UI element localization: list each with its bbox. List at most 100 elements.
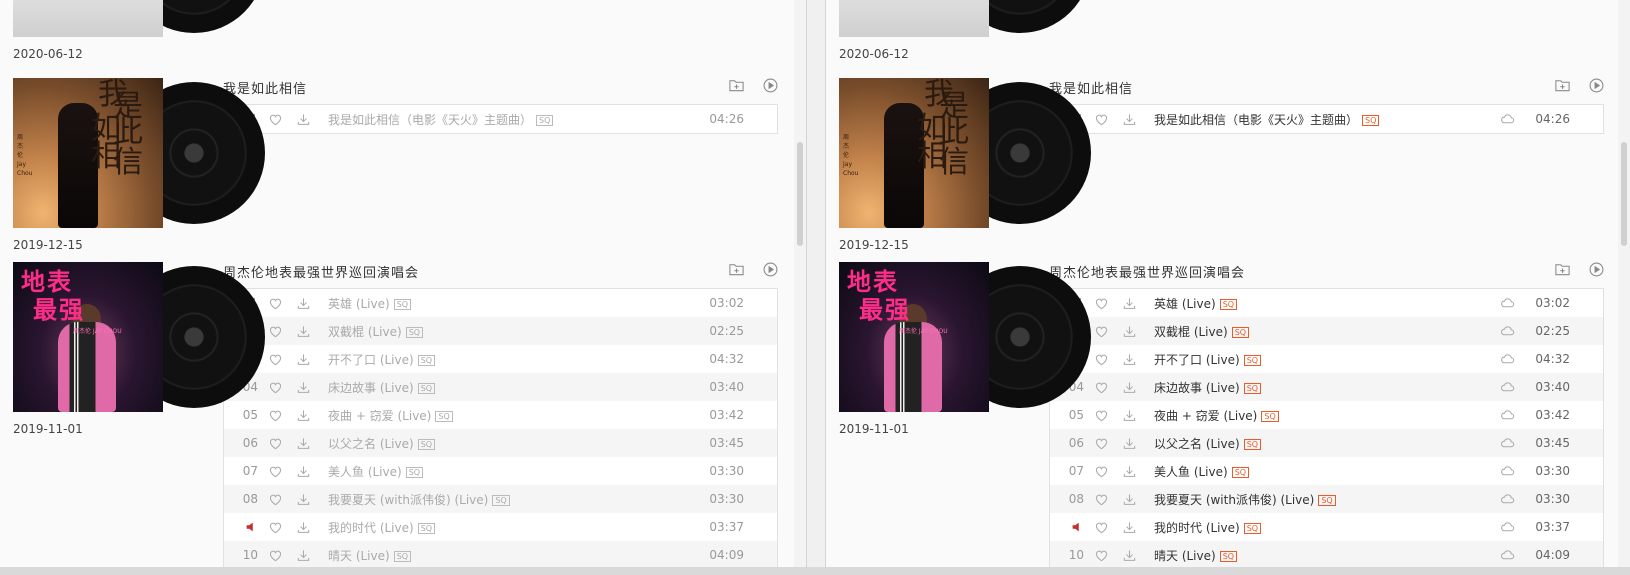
- cloud-icon[interactable]: [1500, 295, 1515, 310]
- album-cover[interactable]: J A Y C H O U: [839, 0, 989, 37]
- album-cover[interactable]: 地表 最强 周杰伦 JAY CHOU: [13, 262, 163, 412]
- cloud-icon[interactable]: [1500, 351, 1515, 366]
- download-icon[interactable]: [1122, 408, 1140, 423]
- play-circle-icon[interactable]: [1587, 76, 1605, 94]
- track-row[interactable]: 我的时代 (Live) SQ 03:37: [224, 513, 777, 541]
- download-icon[interactable]: [1122, 464, 1140, 479]
- heart-icon[interactable]: [1094, 380, 1112, 395]
- heart-icon[interactable]: [1094, 464, 1112, 479]
- download-icon[interactable]: [296, 464, 314, 479]
- heart-icon[interactable]: [268, 296, 286, 311]
- heart-icon[interactable]: [268, 112, 286, 127]
- track-row[interactable]: 01我是如此相信（电影《天火》主题曲）SQ04:26: [224, 105, 777, 133]
- album-cover[interactable]: J A Y C H O U: [13, 0, 163, 37]
- folder-plus-icon[interactable]: [727, 260, 745, 278]
- download-icon[interactable]: [296, 548, 314, 563]
- cloud-icon[interactable]: [1500, 491, 1515, 506]
- heart-icon[interactable]: [268, 436, 286, 451]
- track-row[interactable]: 05 夜曲 + 窃爱 (Live) SQ 03:42: [1050, 401, 1603, 429]
- album-cover[interactable]: 我是如此相信周 杰 伦 Jay Chou: [839, 78, 989, 228]
- track-row[interactable]: 08 我要夏天 (with派伟俊) (Live) SQ 03:30: [224, 485, 777, 513]
- download-icon[interactable]: [296, 324, 314, 339]
- play-circle-icon[interactable]: [761, 76, 779, 94]
- album-title[interactable]: 我是如此相信: [223, 78, 307, 97]
- download-icon[interactable]: [1122, 352, 1140, 367]
- download-icon[interactable]: [1122, 548, 1140, 563]
- heart-icon[interactable]: [1094, 548, 1112, 563]
- download-icon[interactable]: [296, 520, 314, 535]
- album-cover[interactable]: 我是如此相信周 杰 伦 Jay Chou: [13, 78, 163, 228]
- download-icon[interactable]: [1122, 380, 1140, 395]
- cloud-icon[interactable]: [1500, 519, 1515, 534]
- play-circle-icon[interactable]: [761, 260, 779, 278]
- cloud-icon[interactable]: [1500, 463, 1515, 478]
- cloud-icon[interactable]: [1500, 407, 1515, 422]
- album-cover[interactable]: 地表 最强 周杰伦 JAY CHOU: [839, 262, 989, 412]
- download-icon[interactable]: [1122, 324, 1140, 339]
- download-icon[interactable]: [296, 436, 314, 451]
- download-icon[interactable]: [296, 380, 314, 395]
- download-icon[interactable]: [1122, 520, 1140, 535]
- track-row[interactable]: 06 以父之名 (Live) SQ 03:45: [224, 429, 777, 457]
- download-icon[interactable]: [1122, 296, 1140, 311]
- cloud-icon[interactable]: [1500, 111, 1515, 126]
- track-row[interactable]: 06 以父之名 (Live) SQ 03:45: [1050, 429, 1603, 457]
- track-row[interactable]: 04 床边故事 (Live) SQ 03:40: [224, 373, 777, 401]
- download-icon[interactable]: [1122, 492, 1140, 507]
- heart-icon[interactable]: [268, 408, 286, 423]
- folder-plus-icon[interactable]: [727, 76, 745, 94]
- track-row[interactable]: 07 美人鱼 (Live) SQ 03:30: [1050, 457, 1603, 485]
- track-row[interactable]: 07 美人鱼 (Live) SQ 03:30: [224, 457, 777, 485]
- heart-icon[interactable]: [268, 548, 286, 563]
- track-row[interactable]: 01英雄 (Live)SQ03:02: [1050, 289, 1603, 317]
- cloud-icon[interactable]: [1500, 323, 1515, 338]
- album-title[interactable]: 周杰伦地表最强世界巡回演唱会: [223, 262, 419, 281]
- download-icon[interactable]: [296, 408, 314, 423]
- album-title[interactable]: 周杰伦地表最强世界巡回演唱会: [1049, 262, 1245, 281]
- folder-plus-icon[interactable]: [1553, 260, 1571, 278]
- heart-icon[interactable]: [1094, 492, 1112, 507]
- track-row[interactable]: 05 夜曲 + 窃爱 (Live) SQ 03:42: [224, 401, 777, 429]
- cloud-icon[interactable]: [1500, 435, 1515, 450]
- track-duration: 04:32: [709, 352, 744, 366]
- heart-icon[interactable]: [1094, 352, 1112, 367]
- heart-icon[interactable]: [268, 352, 286, 367]
- heart-icon[interactable]: [1094, 112, 1112, 127]
- cloud-icon[interactable]: [1500, 379, 1515, 394]
- track-row[interactable]: 01英雄 (Live)SQ03:02: [224, 289, 777, 317]
- heart-icon[interactable]: [268, 520, 286, 535]
- scrollbar-thumb[interactable]: [797, 142, 803, 246]
- vertical-scrollbar[interactable]: [1618, 0, 1630, 567]
- track-row[interactable]: 03开不了口 (Live)SQ04:32: [1050, 345, 1603, 373]
- heart-icon[interactable]: [1094, 296, 1112, 311]
- heart-icon[interactable]: [268, 324, 286, 339]
- heart-icon[interactable]: [268, 492, 286, 507]
- download-icon[interactable]: [296, 296, 314, 311]
- heart-icon[interactable]: [1094, 408, 1112, 423]
- scrollbar-thumb[interactable]: [1621, 142, 1627, 246]
- download-icon[interactable]: [1122, 436, 1140, 451]
- heart-icon[interactable]: [268, 380, 286, 395]
- track-row[interactable]: 10 晴天 (Live) SQ 04:09: [1050, 541, 1603, 567]
- track-row[interactable]: 01我是如此相信（电影《天火》主题曲）SQ04:26: [1050, 105, 1603, 133]
- download-icon[interactable]: [1122, 112, 1140, 127]
- heart-icon[interactable]: [1094, 520, 1112, 535]
- heart-icon[interactable]: [1094, 324, 1112, 339]
- download-icon[interactable]: [296, 112, 314, 127]
- track-row[interactable]: 03开不了口 (Live)SQ04:32: [224, 345, 777, 373]
- folder-plus-icon[interactable]: [1553, 76, 1571, 94]
- cloud-icon[interactable]: [1500, 547, 1515, 562]
- track-row[interactable]: 02双截棍 (Live)SQ02:25: [224, 317, 777, 345]
- download-icon[interactable]: [296, 492, 314, 507]
- track-row[interactable]: 10 晴天 (Live) SQ 04:09: [224, 541, 777, 567]
- download-icon[interactable]: [296, 352, 314, 367]
- heart-icon[interactable]: [1094, 436, 1112, 451]
- track-row[interactable]: 02双截棍 (Live)SQ02:25: [1050, 317, 1603, 345]
- heart-icon[interactable]: [268, 464, 286, 479]
- track-row[interactable]: 我的时代 (Live) SQ 03:37: [1050, 513, 1603, 541]
- track-row[interactable]: 08 我要夏天 (with派伟俊) (Live) SQ 03:30: [1050, 485, 1603, 513]
- album-title[interactable]: 我是如此相信: [1049, 78, 1133, 97]
- track-row[interactable]: 04 床边故事 (Live) SQ 03:40: [1050, 373, 1603, 401]
- play-circle-icon[interactable]: [1587, 260, 1605, 278]
- vertical-scrollbar[interactable]: [794, 0, 806, 567]
